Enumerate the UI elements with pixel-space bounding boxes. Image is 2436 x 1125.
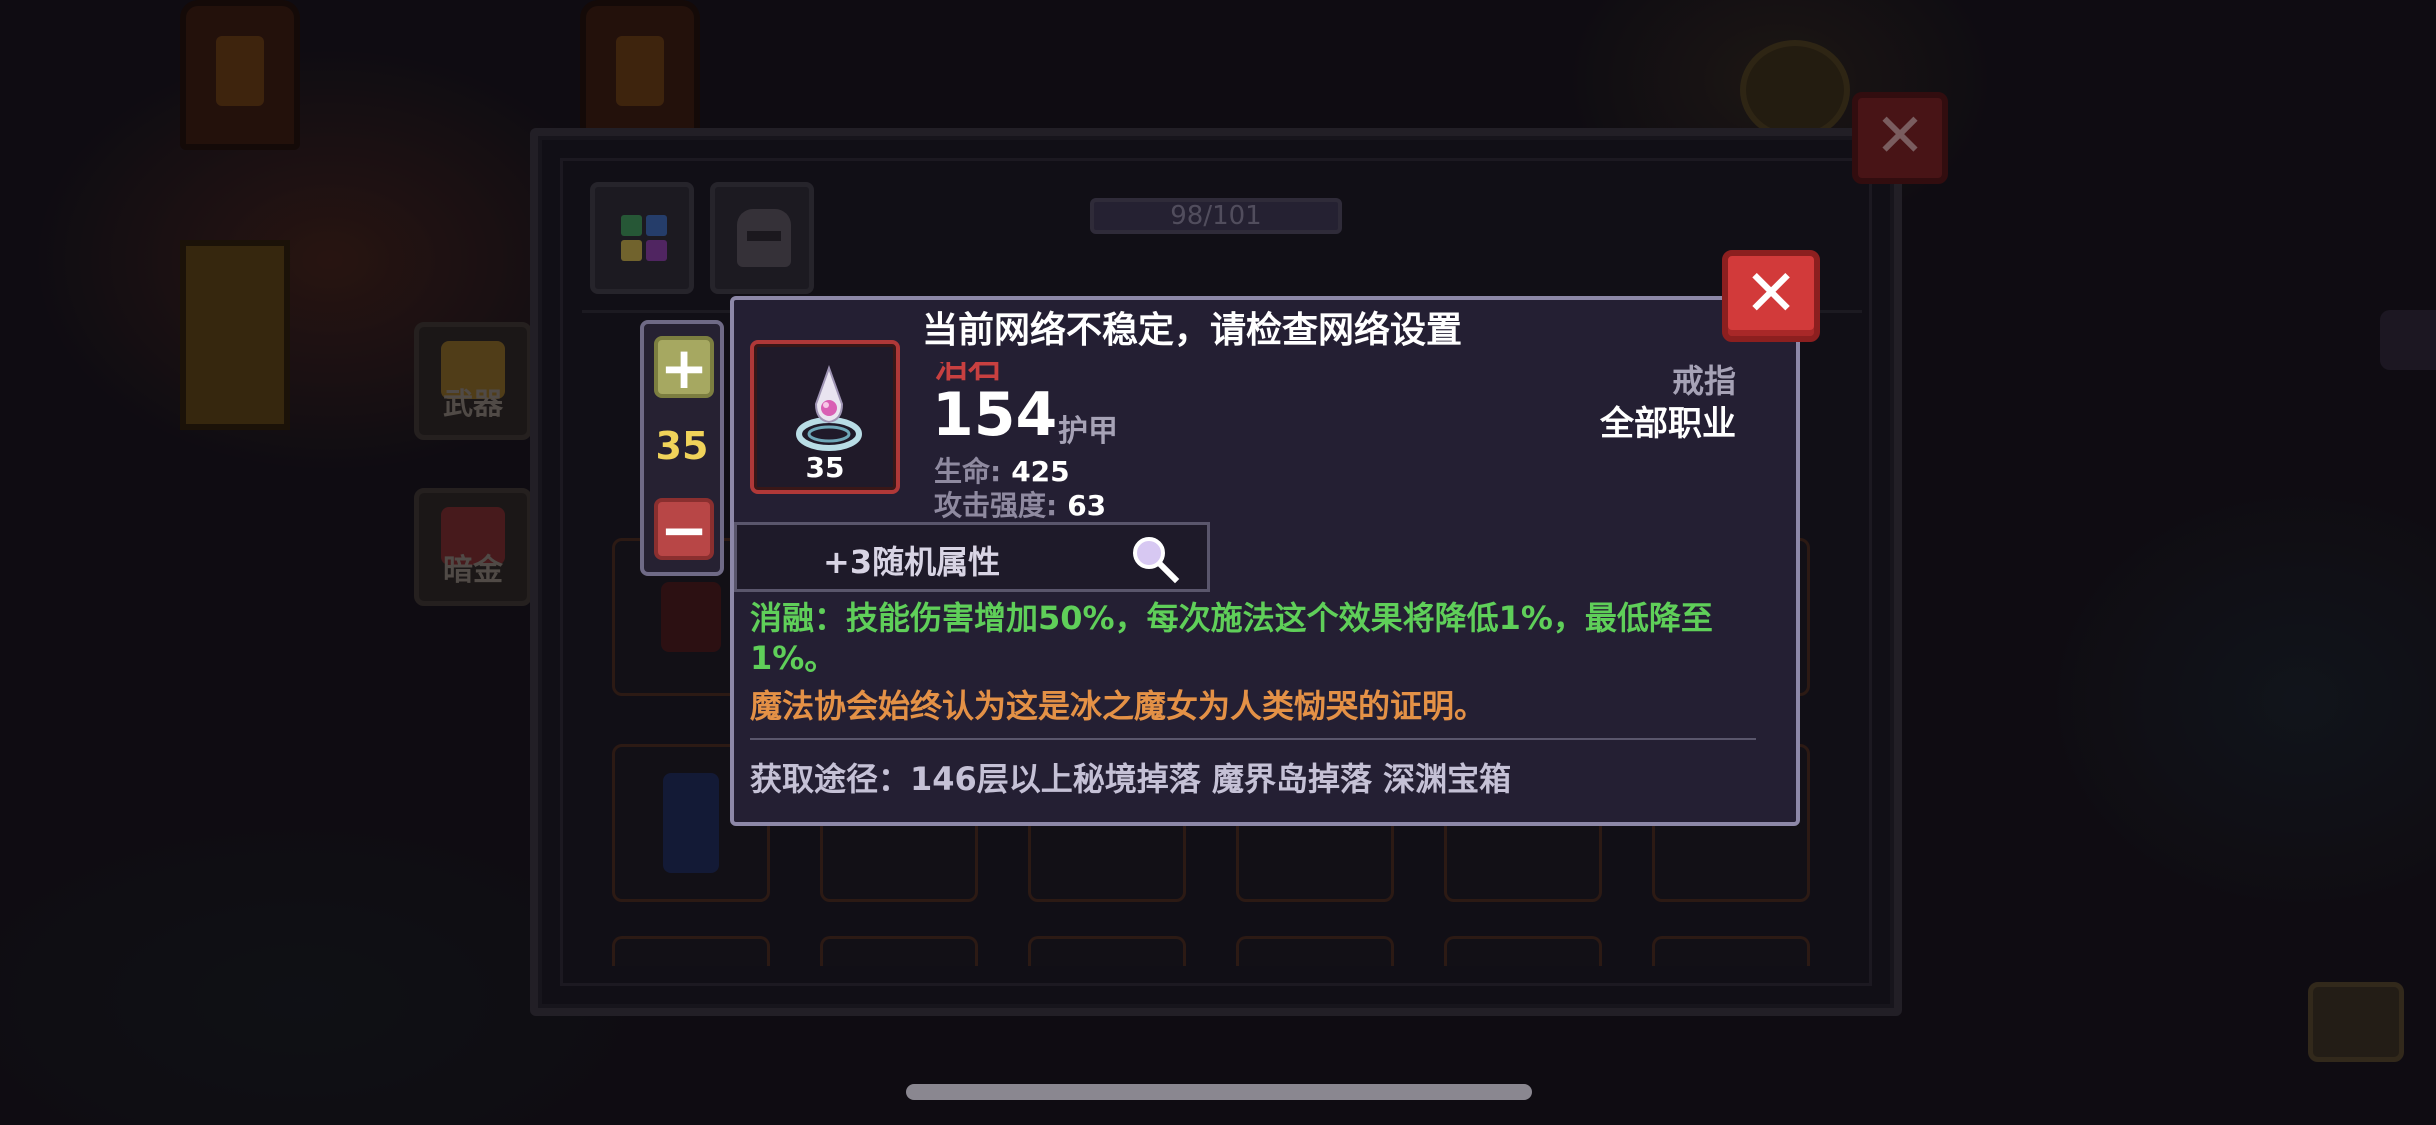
network-warning-toast: 当前网络不稳定，请检查网络设置 <box>918 300 1467 362</box>
item-level: 35 <box>805 451 845 484</box>
item-class-restriction: 全部职业 <box>1600 404 1736 444</box>
quantity-stepper: + 35 − <box>640 320 724 576</box>
quantity-value: 35 <box>655 424 709 468</box>
plus-icon[interactable]: + <box>654 336 714 398</box>
random-attributes-bar[interactable]: +3随机属性 <box>734 522 1210 592</box>
random-attributes-label: +3随机属性 <box>823 543 1001 581</box>
item-source-text: 获取途径：146层以上秘境掉落 魔界岛掉落 深渊宝箱 <box>750 760 1512 798</box>
source-divider <box>750 738 1756 740</box>
close-icon[interactable]: ✕ <box>1722 250 1820 342</box>
armor-label: 护甲 <box>1058 414 1118 449</box>
magnifier-icon[interactable] <box>1129 533 1181 585</box>
stat-value: 63 <box>1067 489 1107 522</box>
armor-value: 154 <box>932 380 1058 450</box>
stat-label: 攻击强度: <box>934 489 1058 522</box>
stat-row-attack: 攻击强度: 63 <box>934 484 1106 524</box>
ring-icon <box>796 365 862 451</box>
item-lore-text: 魔法协会始终认为这是冰之魔女为人类恸哭的证明。 <box>750 687 1487 725</box>
item-icon-frame: 35 <box>750 340 900 494</box>
minus-icon[interactable]: − <box>654 498 714 560</box>
item-effect-text: 消融：技能伤害增加50%，每次施法这个效果将降低1%，最低降至1%。 <box>750 599 1713 677</box>
home-indicator[interactable] <box>906 1084 1532 1100</box>
item-tooltip: 35 泪石 154 护甲 生命: 425 攻击强度: 63 戒指 全部职业 +3随机… <box>730 296 1800 826</box>
